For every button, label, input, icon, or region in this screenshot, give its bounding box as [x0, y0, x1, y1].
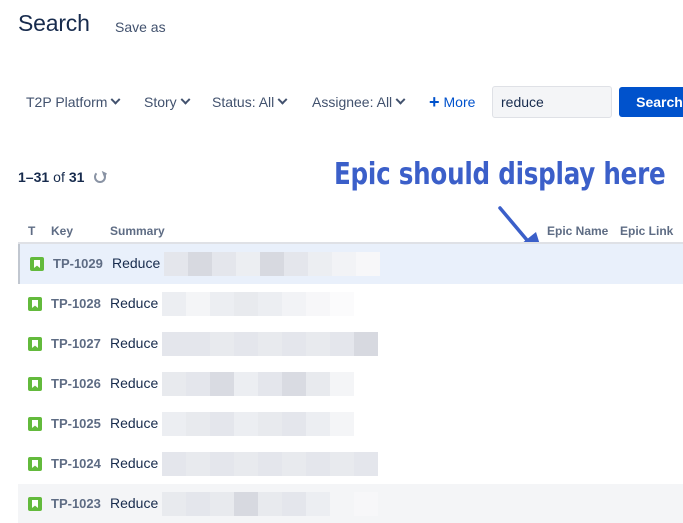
search-button[interactable]: Search — [619, 87, 683, 117]
results-of: of — [53, 169, 65, 185]
results-total: 31 — [68, 169, 85, 185]
issue-key[interactable]: TP-1028 — [51, 296, 101, 311]
annotation-text: Epic should display here — [334, 157, 666, 192]
column-epic-link[interactable]: Epic Link — [620, 224, 673, 238]
column-key[interactable]: Key — [51, 224, 73, 238]
assignee-filter[interactable]: Assignee: All — [304, 86, 412, 118]
filter-bar: T2P Platform Story Status: All Assignee:… — [18, 86, 683, 118]
table-row[interactable]: TP-1029 Reduce — [18, 244, 683, 284]
story-icon — [28, 497, 42, 511]
refresh-icon[interactable] — [94, 171, 107, 183]
redacted-text — [164, 244, 380, 284]
table-row[interactable]: TP-1028 Reduce — [18, 284, 683, 324]
issue-key[interactable]: TP-1024 — [51, 456, 101, 471]
issue-summary[interactable]: Reduce — [110, 455, 158, 471]
story-icon — [30, 257, 44, 271]
chevron-down-icon — [180, 94, 191, 105]
status-filter-label: Status: All — [212, 94, 275, 110]
column-summary[interactable]: Summary — [110, 224, 165, 238]
redacted-text — [162, 364, 354, 404]
issue-key[interactable]: TP-1027 — [51, 336, 101, 351]
column-type[interactable]: T — [28, 224, 35, 238]
redacted-text — [162, 324, 378, 364]
results-count: 1–31 of 31 — [18, 169, 107, 185]
assignee-filter-label: Assignee: All — [312, 94, 393, 110]
column-epic-name[interactable]: Epic Name — [547, 224, 608, 238]
issue-summary[interactable]: Reduce — [110, 415, 158, 431]
table-row[interactable]: TP-1025 Reduce — [18, 404, 683, 444]
project-filter[interactable]: T2P Platform — [18, 86, 127, 118]
redacted-text — [162, 444, 378, 484]
page-title: Search — [18, 10, 90, 36]
issue-summary[interactable]: Reduce — [110, 375, 158, 391]
story-icon — [28, 377, 42, 391]
status-filter[interactable]: Status: All — [204, 86, 294, 118]
type-filter-label: Story — [144, 94, 177, 110]
issue-key[interactable]: TP-1025 — [51, 416, 101, 431]
issue-summary[interactable]: Reduce — [110, 295, 158, 311]
save-as-link[interactable]: Save as — [115, 19, 166, 35]
type-filter[interactable]: Story — [136, 86, 197, 118]
plus-icon: + — [429, 92, 440, 112]
chevron-down-icon — [110, 94, 121, 105]
table-row[interactable]: TP-1023 Reduce — [18, 484, 683, 523]
story-icon — [28, 337, 42, 351]
issue-summary[interactable]: Reduce — [110, 335, 158, 351]
issue-key[interactable]: TP-1026 — [51, 376, 101, 391]
search-input[interactable] — [492, 86, 612, 118]
issue-key[interactable]: TP-1029 — [53, 256, 103, 271]
issue-summary[interactable]: Reduce — [110, 495, 158, 511]
redacted-text — [162, 404, 354, 444]
story-icon — [28, 417, 42, 431]
table-header: T Key Summary Epic Name Epic Link — [18, 216, 683, 244]
more-filters-label: More — [443, 94, 476, 110]
table-row[interactable]: TP-1024 Reduce — [18, 444, 683, 484]
more-filters-button[interactable]: + More — [421, 86, 483, 118]
results-range: 1–31 — [18, 169, 50, 185]
chevron-down-icon — [395, 94, 406, 105]
redacted-text — [162, 284, 354, 324]
issue-key[interactable]: TP-1023 — [51, 496, 101, 511]
story-icon — [28, 457, 42, 471]
redacted-text — [162, 484, 378, 523]
chevron-down-icon — [277, 94, 288, 105]
story-icon — [28, 297, 42, 311]
issue-summary[interactable]: Reduce — [112, 255, 160, 271]
project-filter-label: T2P Platform — [26, 94, 108, 110]
table-row[interactable]: TP-1027 Reduce — [18, 324, 683, 364]
table-row[interactable]: TP-1026 Reduce — [18, 364, 683, 404]
